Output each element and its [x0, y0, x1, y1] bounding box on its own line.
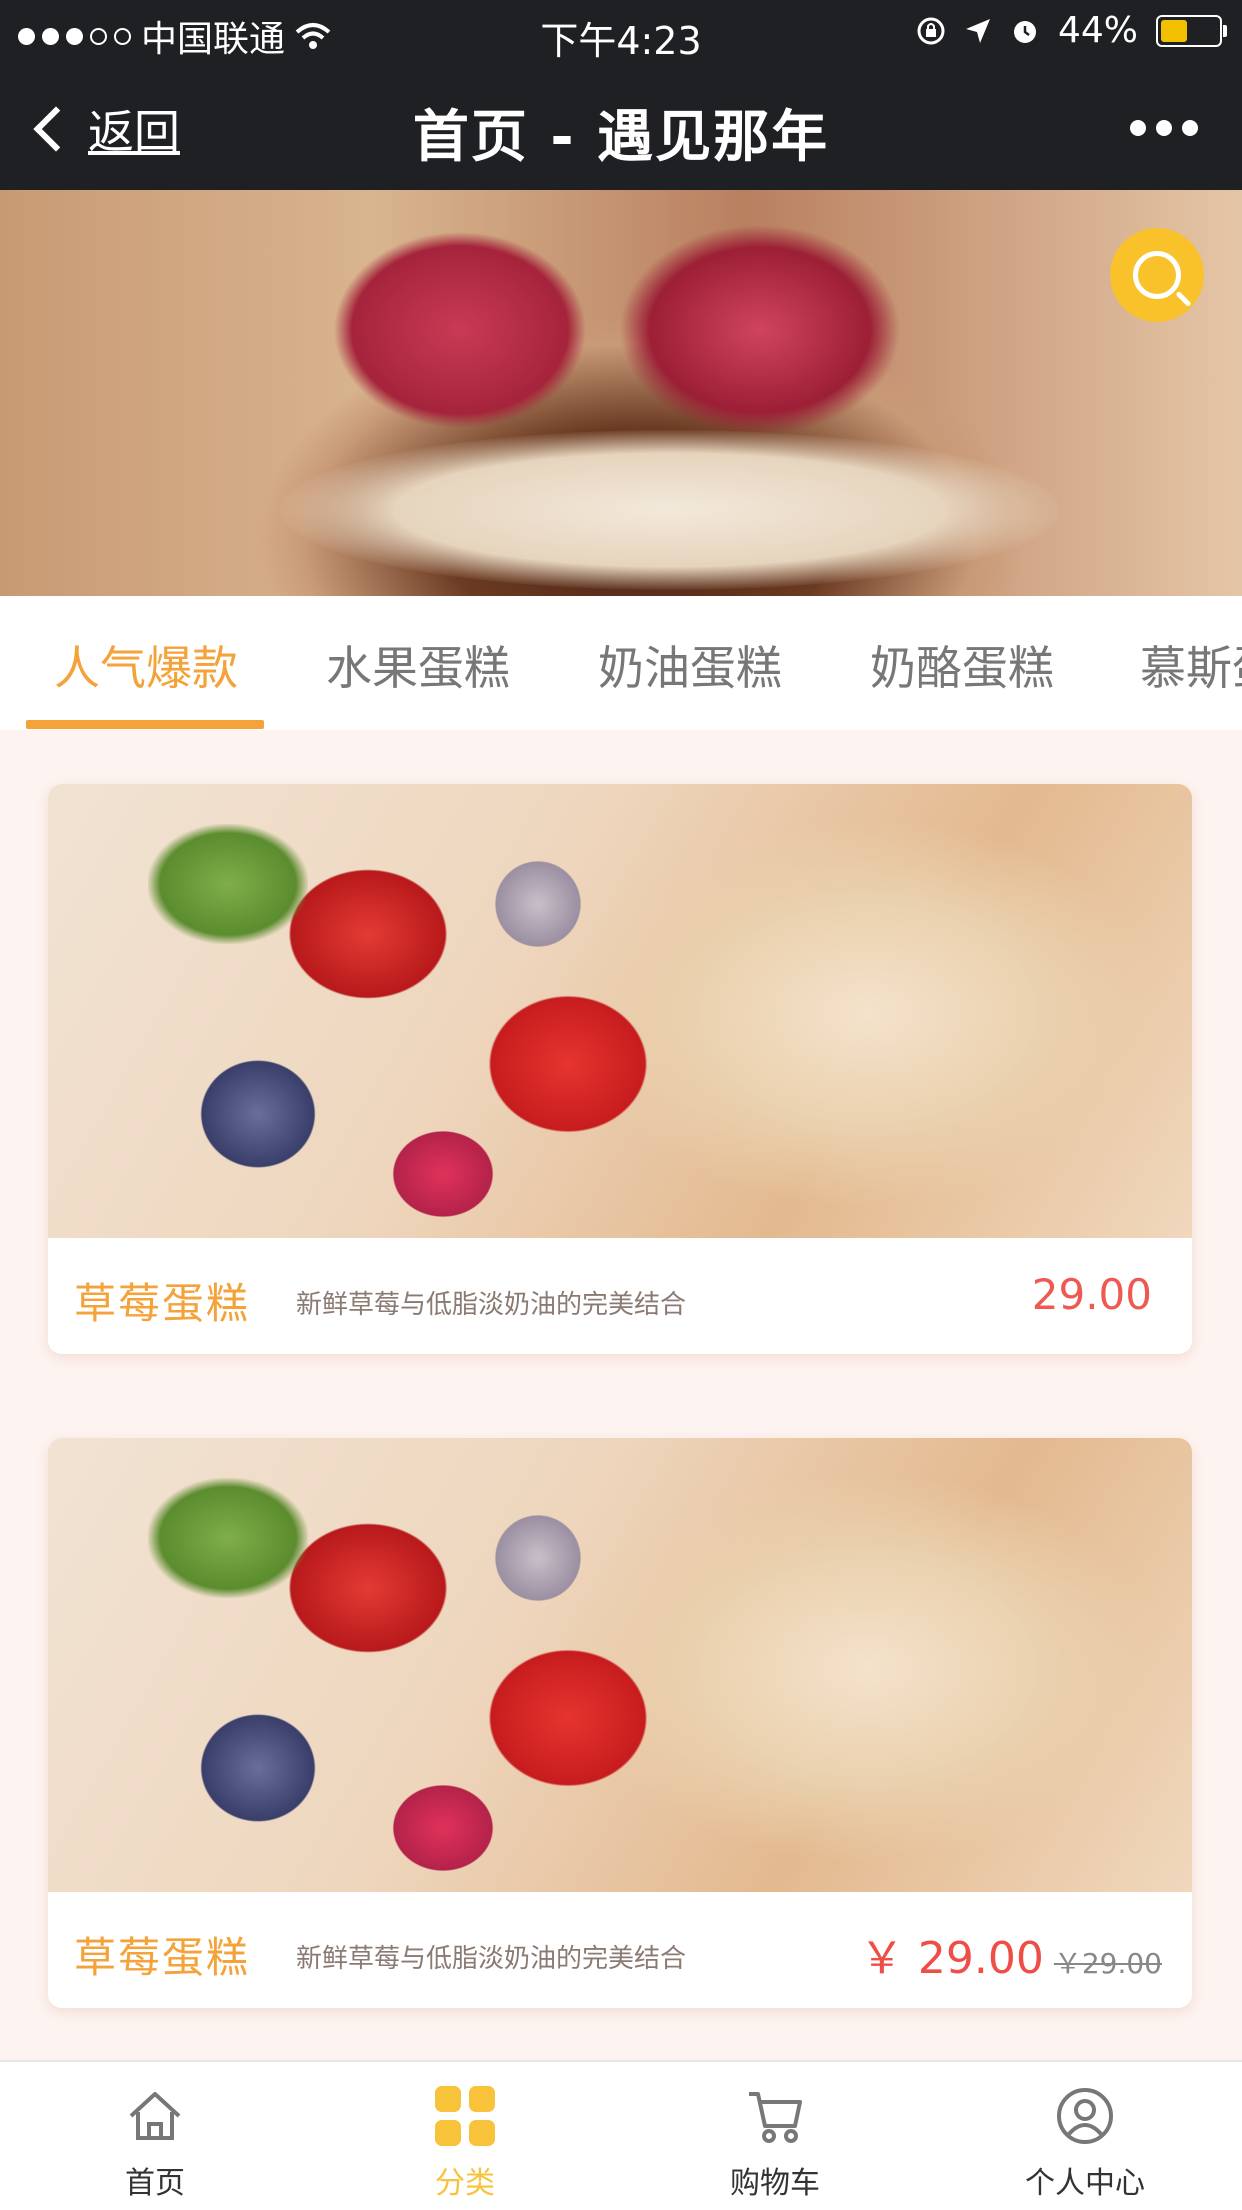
status-bar: 中国联通 下午4:23 44%	[0, 0, 1242, 63]
banner-image[interactable]	[0, 190, 1242, 596]
product-card[interactable]: 草莓蛋糕 新鲜草莓与低脂淡奶油的完美结合 29.00	[48, 784, 1192, 1354]
product-price: 29.00	[1031, 1270, 1152, 1319]
tabbar-home-label: 首页	[125, 2166, 185, 2201]
product-price: ￥ 29.00	[859, 1933, 1044, 1984]
product-name: 草莓蛋糕	[74, 1279, 251, 1328]
tabbar-profile[interactable]: 个人中心	[930, 2062, 1240, 2210]
home-icon	[129, 2092, 181, 2140]
product-card[interactable]: 草莓蛋糕 新鲜草莓与低脂淡奶油的完美结合 ￥ 29.00 ￥29.00	[48, 1438, 1192, 2008]
tabbar-cart-label: 购物车	[730, 2166, 820, 2201]
rotation-lock-icon	[917, 17, 945, 44]
tab-cheese-cake[interactable]: 奶酪蛋糕	[870, 632, 1054, 698]
tabbar-category-label: 分类	[435, 2166, 495, 2201]
tab-cream-cake[interactable]: 奶油蛋糕	[598, 632, 782, 698]
tabbar-cart[interactable]: 购物车	[620, 2062, 930, 2210]
battery-icon	[1156, 14, 1227, 47]
tabbar-profile-label: 个人中心	[1025, 2166, 1145, 2201]
product-list: 草莓蛋糕 新鲜草莓与低脂淡奶油的完美结合 29.00 草莓蛋糕 新鲜草莓与低脂淡…	[0, 730, 1242, 2060]
user-icon	[1057, 2088, 1113, 2144]
product-info: 草莓蛋糕 新鲜草莓与低脂淡奶油的完美结合 29.00	[48, 1238, 1192, 1354]
product-description: 新鲜草莓与低脂淡奶油的完美结合	[296, 1290, 687, 1320]
active-tab-indicator	[26, 720, 264, 729]
search-icon	[1133, 251, 1181, 299]
tabbar-category[interactable]: 分类	[310, 2062, 620, 2210]
product-description: 新鲜草莓与低脂淡奶油的完美结合	[296, 1944, 687, 1974]
header: 中国联通 下午4:23 44% 返回 首页 - 遇见那年	[0, 0, 1242, 190]
product-name: 草莓蛋糕	[74, 1933, 251, 1982]
category-grid-icon	[435, 2086, 495, 2146]
product-info: 草莓蛋糕 新鲜草莓与低脂淡奶油的完美结合 ￥ 29.00 ￥29.00	[48, 1892, 1192, 2008]
product-original-price: ￥29.00	[1053, 1947, 1162, 1980]
alarm-icon	[1013, 20, 1036, 43]
more-options-icon[interactable]	[1130, 120, 1198, 136]
tab-fruit-cake[interactable]: 水果蛋糕	[326, 632, 510, 698]
battery-percent: 44%	[1057, 10, 1138, 51]
location-arrow-icon	[965, 18, 990, 43]
search-button[interactable]	[1110, 228, 1204, 322]
tab-popular[interactable]: 人气爆款	[54, 632, 238, 698]
shopping-cart-icon	[749, 2092, 802, 2143]
tab-mousse-cake[interactable]: 慕斯蛋	[1140, 632, 1242, 698]
page-title: 首页 - 遇见那年	[412, 105, 830, 170]
tabbar-home[interactable]: 首页	[0, 2062, 310, 2210]
bottom-tab-bar: 首页 分类 购物车 个人中心	[0, 2060, 1242, 2210]
category-tabs: 人气爆款 水果蛋糕 奶油蛋糕 奶酪蛋糕 慕斯蛋	[0, 596, 1242, 730]
navigation-bar: 返回 首页 - 遇见那年	[0, 62, 1242, 190]
